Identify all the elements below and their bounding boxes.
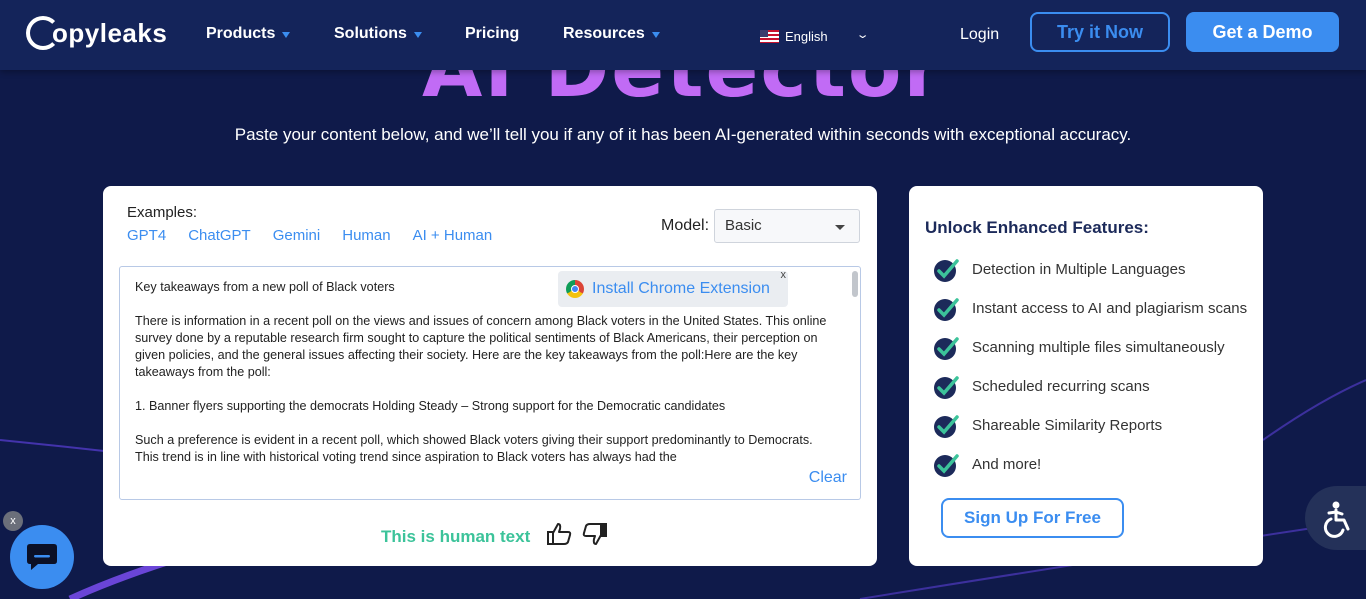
text-paragraph: Such a preference is evident in a recent… [135,433,813,464]
chevron-down-icon [282,32,291,38]
thumbs-up-icon[interactable] [546,522,572,551]
check-icon [934,336,959,360]
thumbs-down-icon[interactable] [582,522,608,551]
list-item: Scheduled recurring scans [933,367,1247,406]
login-link[interactable]: Login [960,26,999,44]
close-icon[interactable]: x [781,269,787,281]
chat-icon [27,544,57,570]
features-card: Unlock Enhanced Features: Detection in M… [909,186,1263,566]
chevron-down-icon [413,32,422,38]
list-item: Shareable Similarity Reports [933,406,1247,445]
chrome-extension-label: Install Chrome Extension [592,280,770,297]
top-navbar: opyleaks Products Solutions Pricing Reso… [0,0,1366,70]
check-icon [934,375,959,399]
examples-label: Examples: [127,204,198,221]
feature-label: Instant access to AI and plagiarism scan… [972,300,1248,317]
list-item: Detection in Multiple Languages [933,250,1247,289]
copyleaks-logo[interactable]: opyleaks [26,16,167,50]
nav-pricing[interactable]: Pricing [465,25,519,43]
model-select-value: Basic [725,217,762,234]
nav-pricing-label: Pricing [465,25,520,42]
chevron-down-icon [835,225,845,230]
nav-solutions-label: Solutions [334,25,407,42]
nav-solutions[interactable]: Solutions [334,25,422,43]
nav-products[interactable]: Products [206,25,291,43]
feature-label: Scanning multiple files simultaneously [972,339,1225,356]
chat-widget-button[interactable] [10,525,74,589]
example-gemini[interactable]: Gemini [273,227,321,244]
list-item: And more! [933,445,1247,484]
scrollbar-thumb[interactable] [852,271,858,297]
result-row: This is human text [381,522,618,551]
close-icon[interactable]: x [3,511,23,531]
result-label: This is human text [381,526,531,546]
text-paragraph: 1. Banner flyers supporting the democrat… [135,399,726,413]
page-subtitle: Paste your content below, and we’ll tell… [234,125,1132,144]
chevron-down-icon [651,32,660,38]
examples-list: GPT4 ChatGPT Gemini Human AI + Human [127,227,492,244]
logo-text: opyleaks [52,17,168,48]
feature-label: And more! [972,456,1042,473]
check-icon [934,258,959,282]
language-selector[interactable]: English [760,29,828,44]
list-item: Scanning multiple files simultaneously [933,328,1247,367]
content-textarea[interactable]: Key takeaways from a new poll of Black v… [119,266,861,500]
get-a-demo-button[interactable]: Get a Demo [1186,12,1339,52]
language-label: English [785,29,828,44]
model-select[interactable]: Basic [714,209,860,243]
features-list: Detection in Multiple Languages Instant … [933,250,1247,484]
features-title: Unlock Enhanced Features: [925,218,1149,237]
check-icon [934,453,959,477]
accessibility-button[interactable] [1305,486,1366,550]
example-gpt4[interactable]: GPT4 [127,227,166,244]
textarea-content: Key takeaways from a new poll of Black v… [135,279,835,483]
check-icon [934,414,959,438]
nav-resources-label: Resources [563,25,645,42]
accessibility-icon [1323,501,1350,538]
detector-card: Examples: GPT4 ChatGPT Gemini Human AI +… [103,186,877,566]
text-paragraph: There is information in a recent poll on… [135,314,827,379]
feature-label: Scheduled recurring scans [972,378,1150,395]
model-label: Model: [661,217,710,234]
example-chatgpt[interactable]: ChatGPT [188,227,251,244]
chevron-down-icon[interactable]: ⌄ [856,28,870,41]
flag-us-icon [760,30,779,43]
sign-up-button[interactable]: Sign Up For Free [941,498,1124,538]
chrome-icon [566,280,584,298]
install-chrome-extension-button[interactable]: Install Chrome Extension x [558,269,788,307]
try-it-now-button[interactable]: Try it Now [1030,12,1170,52]
clear-button[interactable]: Clear [800,469,847,487]
textarea-scrollbar[interactable] [850,267,860,457]
example-human[interactable]: Human [342,227,390,244]
example-ai-human[interactable]: AI + Human [413,227,493,244]
feature-label: Shareable Similarity Reports [972,417,1163,434]
nav-resources[interactable]: Resources [563,25,660,43]
nav-products-label: Products [206,25,276,42]
feature-label: Detection in Multiple Languages [972,261,1186,278]
check-icon [934,297,959,321]
list-item: Instant access to AI and plagiarism scan… [933,289,1247,328]
